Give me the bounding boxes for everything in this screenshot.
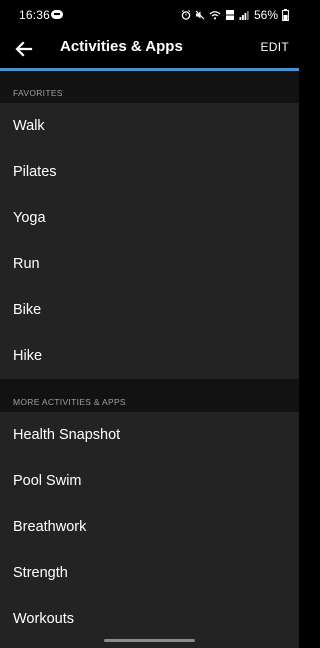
- message-icon: [51, 10, 63, 19]
- app-header: Activities & Apps EDIT: [0, 30, 299, 68]
- home-gesture-bar[interactable]: [104, 639, 195, 642]
- back-button[interactable]: [12, 37, 36, 61]
- battery-icon: [282, 9, 289, 21]
- wifi-icon: [209, 11, 221, 20]
- list-item-pool-swim[interactable]: Pool Swim: [0, 458, 299, 504]
- more-heading: MORE ACTIVITIES & APPS: [13, 397, 126, 407]
- more-activities-list: Health Snapshot Pool Swim Breathwork Str…: [0, 412, 299, 648]
- list-item-workouts[interactable]: Workouts: [0, 596, 299, 642]
- list-item-hike[interactable]: Hike: [0, 333, 299, 379]
- list-item-walk[interactable]: Walk: [0, 103, 299, 149]
- alarm-icon: [181, 10, 191, 20]
- list-item-run[interactable]: Run: [0, 241, 299, 287]
- status-time: 16:36: [19, 8, 51, 22]
- list-item-strength[interactable]: Strength: [0, 550, 299, 596]
- edit-button[interactable]: EDIT: [260, 40, 289, 54]
- signal-icon: [239, 11, 249, 20]
- volte-icon: [225, 10, 234, 20]
- list-item-yoga[interactable]: Yoga: [0, 195, 299, 241]
- more-section-header: MORE ACTIVITIES & APPS: [0, 379, 299, 412]
- favorites-list: Walk Pilates Yoga Run Bike Hike: [0, 103, 299, 379]
- list-item-bike[interactable]: Bike: [0, 287, 299, 333]
- list-item-health-snapshot[interactable]: Health Snapshot: [0, 412, 299, 458]
- favorites-heading: FAVORITES: [13, 88, 63, 98]
- mute-icon: [195, 10, 205, 20]
- favorites-section-header: FAVORITES: [0, 71, 299, 103]
- arrow-left-icon: [15, 41, 33, 57]
- list-item-breathwork[interactable]: Breathwork: [0, 504, 299, 550]
- status-icons: 56%: [181, 7, 289, 23]
- list-item-pilates[interactable]: Pilates: [0, 149, 299, 195]
- battery-percent: 56%: [253, 8, 278, 22]
- status-bar: 16:36 56%: [0, 0, 299, 30]
- page-title: Activities & Apps: [60, 38, 183, 55]
